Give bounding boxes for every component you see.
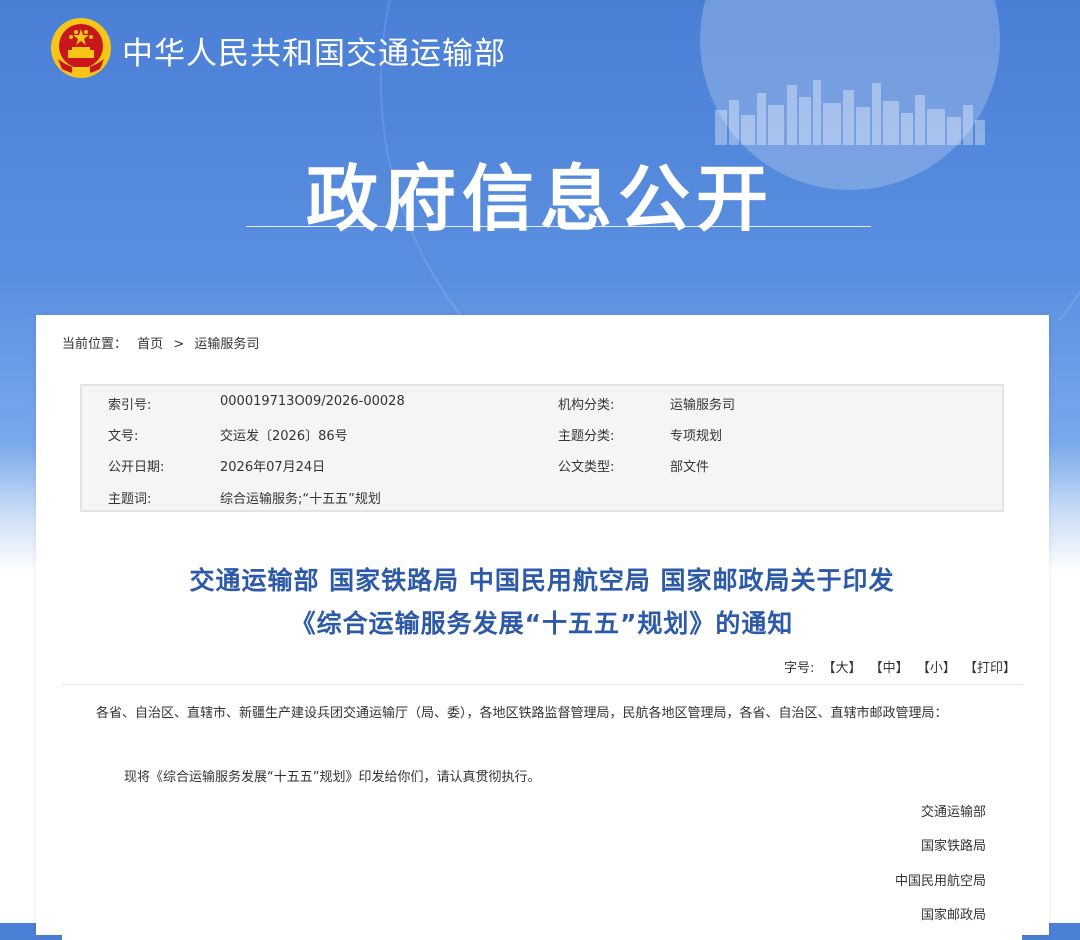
signatory: 中国民用航空局 <box>894 874 986 889</box>
meta-value: 综合运输服务;“十五五”规划 <box>220 492 381 507</box>
meta-key: 公文类型: <box>558 460 615 475</box>
ministry-name: 中华人民共和国交通运输部 <box>122 36 506 72</box>
hero-title: 政府信息公开 <box>305 157 774 241</box>
metadata-row: 主题词: 综合运输服务;“十五五”规划 <box>82 480 1002 511</box>
document-title-line1: 交通运输部 国家铁路局 中国民用航空局 国家邮政局关于印发 <box>189 566 895 595</box>
document-title-line2: 《综合运输服务发展“十五五”规划》的通知 <box>290 609 794 638</box>
metadata-row: 索引号: 000019713O09/2026-00028 机构分类: 运输服务司 <box>82 386 1002 417</box>
font-medium-button[interactable]: 【中】 <box>870 661 909 676</box>
meta-key: 公开日期: <box>108 460 165 475</box>
meta-value: 交运发〔2026〕86号 <box>220 429 348 444</box>
breadcrumb-current-link[interactable]: 运输服务司 <box>194 337 259 352</box>
breadcrumb-separator: > <box>173 337 185 352</box>
city-skyline-icon <box>715 80 985 145</box>
font-size-label: 字号: <box>783 661 815 676</box>
meta-value: 2026年07月24日 <box>220 460 326 475</box>
meta-value: 000019713O09/2026-00028 <box>220 394 405 409</box>
meta-key: 机构分类: <box>558 398 615 413</box>
breadcrumb: 当前位置： 首页 > 运输服务司 <box>62 333 265 352</box>
content-panel: 当前位置： 首页 > 运输服务司 索引号: 000019713O09/2026-… <box>36 315 1049 940</box>
meta-key: 主题分类: <box>558 429 615 444</box>
meta-value: 部文件 <box>670 460 710 475</box>
meta-key: 索引号: <box>108 398 152 413</box>
meta-key: 主题词: <box>108 492 152 507</box>
signatory: 交通运输部 <box>920 805 986 820</box>
metadata-row: 文号: 交运发〔2026〕86号 主题分类: 专项规划 <box>82 417 1002 448</box>
metadata-row: 公开日期: 2026年07月24日 公文类型: 部文件 <box>82 448 1002 479</box>
header-banner: 中华人民共和国交通运输部 政府信息公开 <box>0 0 1080 320</box>
font-small-button[interactable]: 【小】 <box>917 661 956 676</box>
meta-value: 专项规划 <box>670 429 723 444</box>
national-emblem-icon <box>51 18 111 78</box>
metadata-table: 索引号: 000019713O09/2026-00028 机构分类: 运输服务司… <box>80 384 1004 512</box>
print-button[interactable]: 【打印】 <box>964 661 1016 676</box>
recipients-text: 各省、自治区、直辖市、新疆生产建设兵团交通运输厅（局、委），各地区铁路监督管理局… <box>96 706 948 721</box>
font-large-button[interactable]: 【大】 <box>823 661 862 676</box>
signatory: 国家铁路局 <box>920 839 986 854</box>
hero-underline <box>246 226 871 227</box>
signatory: 国家邮政局 <box>920 908 986 923</box>
meta-value: 运输服务司 <box>670 398 736 413</box>
font-size-controls: 字号: 【大】 【中】 【小】 【打印】 <box>780 657 1016 676</box>
breadcrumb-home-link[interactable]: 首页 <box>137 337 163 352</box>
document-area: 索引号: 000019713O09/2026-00028 机构分类: 运输服务司… <box>62 370 1022 940</box>
meta-key: 文号: <box>108 429 139 444</box>
divider <box>62 684 1022 685</box>
body-paragraph: 现将《综合运输服务发展“十五五”规划》印发给你们，请认真贯彻执行。 <box>124 770 541 785</box>
breadcrumb-label: 当前位置： <box>62 337 128 352</box>
